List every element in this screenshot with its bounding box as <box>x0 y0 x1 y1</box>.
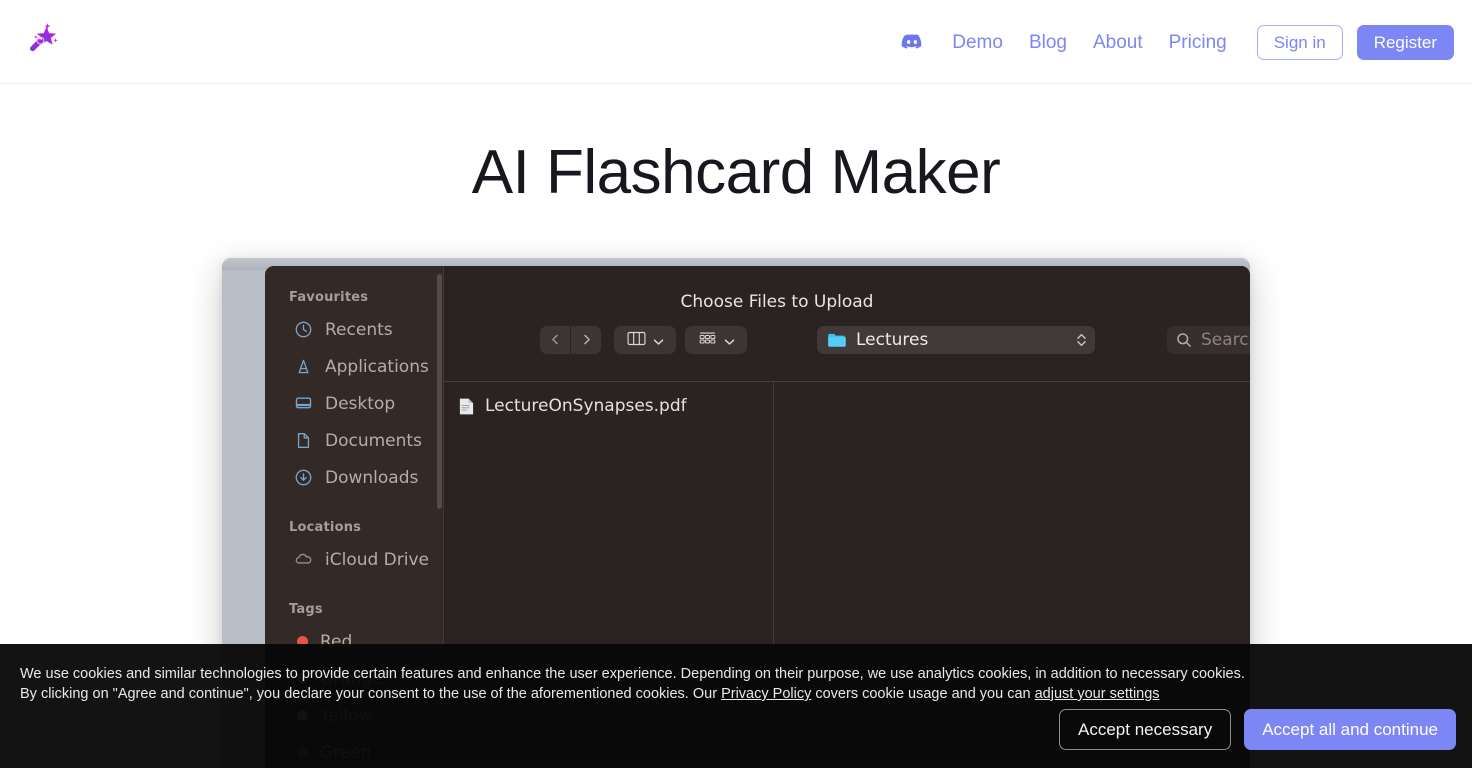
search-input[interactable]: Search <box>1167 326 1250 354</box>
chevron-right-icon <box>580 331 593 350</box>
accept-all-button[interactable]: Accept all and continue <box>1244 709 1456 750</box>
current-folder-label: Lectures <box>856 330 928 350</box>
cookie-line-2-part-1: By clicking on "Agree and continue", you… <box>20 686 721 702</box>
pdf-file-icon <box>458 397 475 416</box>
group-by-icon <box>698 331 717 350</box>
stepper-up-down-icon <box>1076 332 1087 348</box>
sidebar-scrollbar[interactable] <box>437 274 442 509</box>
download-circle-icon <box>293 468 313 488</box>
register-button[interactable]: Register <box>1357 25 1454 60</box>
site-logo[interactable] <box>22 19 62 63</box>
cookie-consent-banner: We use cookies and similar technologies … <box>0 644 1472 768</box>
dialog-title: Choose Files to Upload <box>444 292 1250 312</box>
sidebar-group-favourites-label: Favourites <box>265 290 443 311</box>
magic-wand-star-icon <box>24 21 60 62</box>
sidebar-group-locations-label: Locations <box>265 496 443 541</box>
file-name: LectureOnSynapses.pdf <box>485 396 687 416</box>
cookie-line-2-part-2: covers cookie usage and you can <box>811 686 1034 702</box>
main-navigation: Demo Blog About Pricing Sign in Register <box>900 0 1456 84</box>
accept-necessary-button[interactable]: Accept necessary <box>1059 709 1231 750</box>
sidebar-item-label: Downloads <box>325 468 418 488</box>
chevron-left-icon <box>549 331 562 350</box>
nav-link-about[interactable]: About <box>1093 33 1143 52</box>
chevron-down-icon <box>653 331 664 350</box>
chevron-down-icon <box>724 331 735 350</box>
discord-icon[interactable] <box>900 30 924 54</box>
page-title: AI Flashcard Maker <box>0 136 1472 210</box>
list-item[interactable]: LectureOnSynapses.pdf <box>444 390 773 422</box>
sidebar-item-label: Desktop <box>325 394 395 414</box>
cookie-line-2: By clicking on "Agree and continue", you… <box>20 684 1245 704</box>
sidebar-item-label: iCloud Drive <box>325 550 429 570</box>
clock-icon <box>293 320 313 340</box>
nav-link-pricing[interactable]: Pricing <box>1169 33 1227 52</box>
adjust-settings-link[interactable]: adjust your settings <box>1035 686 1160 702</box>
document-icon <box>293 431 313 451</box>
applications-icon <box>293 357 313 377</box>
sidebar-item-downloads[interactable]: Downloads <box>265 459 443 496</box>
search-icon <box>1176 332 1192 348</box>
column-view-icon <box>627 331 646 350</box>
forward-button[interactable] <box>571 326 601 354</box>
sidebar-item-label: Documents <box>325 431 422 451</box>
back-button[interactable] <box>540 326 570 354</box>
sidebar-group-tags-label: Tags <box>265 578 443 623</box>
folder-icon <box>827 332 847 348</box>
page-root: Demo Blog About Pricing Sign in Register… <box>0 0 1472 768</box>
nav-link-demo[interactable]: Demo <box>952 33 1003 52</box>
site-header: Demo Blog About Pricing Sign in Register <box>0 0 1472 84</box>
sidebar-item-icloud-drive[interactable]: iCloud Drive <box>265 541 443 578</box>
group-by-button[interactable] <box>685 326 747 354</box>
cookie-banner-text: We use cookies and similar technologies … <box>20 664 1245 704</box>
sidebar-item-recents[interactable]: Recents <box>265 311 443 348</box>
cookie-line-1: We use cookies and similar technologies … <box>20 664 1245 684</box>
sidebar-item-label: Applications <box>325 357 429 377</box>
cookie-banner-actions: Accept necessary Accept all and continue <box>1059 709 1456 750</box>
cloud-icon <box>293 550 313 570</box>
search-placeholder: Search <box>1201 330 1250 350</box>
nav-link-blog[interactable]: Blog <box>1029 33 1067 52</box>
desktop-icon <box>293 394 313 414</box>
privacy-policy-link[interactable]: Privacy Policy <box>721 686 811 702</box>
current-folder-dropdown[interactable]: Lectures <box>817 326 1095 354</box>
view-mode-button[interactable] <box>614 326 676 354</box>
sidebar-item-applications[interactable]: Applications <box>265 348 443 385</box>
sidebar-item-desktop[interactable]: Desktop <box>265 385 443 422</box>
sign-in-button[interactable]: Sign in <box>1257 25 1343 60</box>
toolbar-separator <box>444 381 1250 382</box>
sidebar-item-documents[interactable]: Documents <box>265 422 443 459</box>
sidebar-item-label: Recents <box>325 320 393 340</box>
